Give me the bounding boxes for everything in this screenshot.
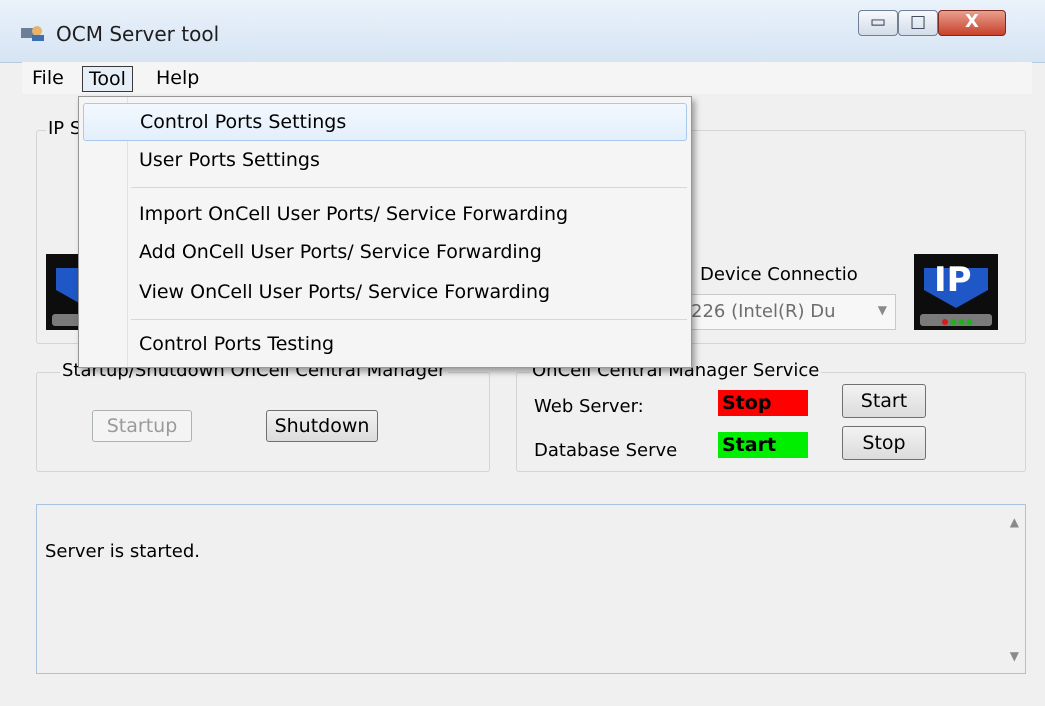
menu-tool[interactable]: Tool (82, 66, 133, 92)
close-icon: X (965, 11, 979, 32)
device-connection-label: Device Connectio (700, 264, 858, 285)
menu-item-control-ports-testing[interactable]: Control Ports Testing (139, 333, 334, 355)
minimize-icon: ▭ (869, 12, 887, 32)
database-server-status: Start (718, 432, 808, 458)
startup-button[interactable]: Startup (92, 410, 192, 442)
scroll-up-icon[interactable]: ▲ (1010, 515, 1019, 529)
web-server-start-button[interactable]: Start (842, 384, 926, 418)
menu-item-import-oncell-user-ports[interactable]: Import OnCell User Ports/ Service Forwar… (139, 203, 568, 225)
log-text: Server is started. (45, 541, 200, 562)
app-icon (21, 26, 44, 41)
menu-help[interactable]: Help (150, 66, 205, 90)
menu-file[interactable]: File (26, 66, 70, 90)
menu-item-label: Control Ports Settings (140, 111, 347, 133)
menu-item-user-ports-settings[interactable]: User Ports Settings (139, 149, 320, 171)
shutdown-button[interactable]: Shutdown (266, 410, 378, 442)
status-dots-icon: ●●● (950, 317, 974, 326)
web-server-status: Stop (718, 390, 808, 416)
scroll-down-icon[interactable]: ▼ (1010, 649, 1019, 663)
database-server-stop-button[interactable]: Stop (842, 426, 926, 460)
ip-logo-text: IP (934, 260, 972, 300)
menu-separator (131, 319, 687, 320)
maximize-button[interactable]: □ (898, 10, 938, 36)
ip-logo-right: IP ●●● (914, 254, 998, 330)
status-led-icon (942, 319, 948, 325)
close-button[interactable]: X (938, 10, 1006, 36)
device-connection-select[interactable]: 226 (Intel(R) Du ▼ (682, 294, 896, 330)
chevron-down-icon: ▼ (877, 303, 887, 317)
window-title: OCM Server tool (56, 22, 220, 46)
minimize-button[interactable]: ▭ (858, 10, 898, 36)
menu-item-add-oncell-user-ports[interactable]: Add OnCell User Ports/ Service Forwardin… (139, 241, 542, 263)
menu-item-control-ports-settings[interactable]: Control Ports Settings (83, 103, 687, 141)
main-window: OCM Server tool ▭ □ X File Tool Help IP … (0, 0, 1045, 706)
log-textarea[interactable]: Server is started. ▲ ▼ (36, 504, 1026, 674)
menu-separator (131, 187, 687, 188)
menu-item-view-oncell-user-ports[interactable]: View OnCell User Ports/ Service Forwardi… (139, 281, 550, 303)
menu-bar: File Tool Help (22, 62, 1032, 95)
database-server-label: Database Serve (534, 440, 678, 461)
title-bar[interactable]: OCM Server tool ▭ □ X (0, 0, 1045, 63)
web-server-label: Web Server: (534, 396, 644, 417)
device-connection-value: 226 (Intel(R) Du (691, 301, 836, 322)
tool-dropdown-menu: Control Ports Settings User Ports Settin… (78, 96, 692, 368)
maximize-icon: □ (909, 12, 927, 32)
